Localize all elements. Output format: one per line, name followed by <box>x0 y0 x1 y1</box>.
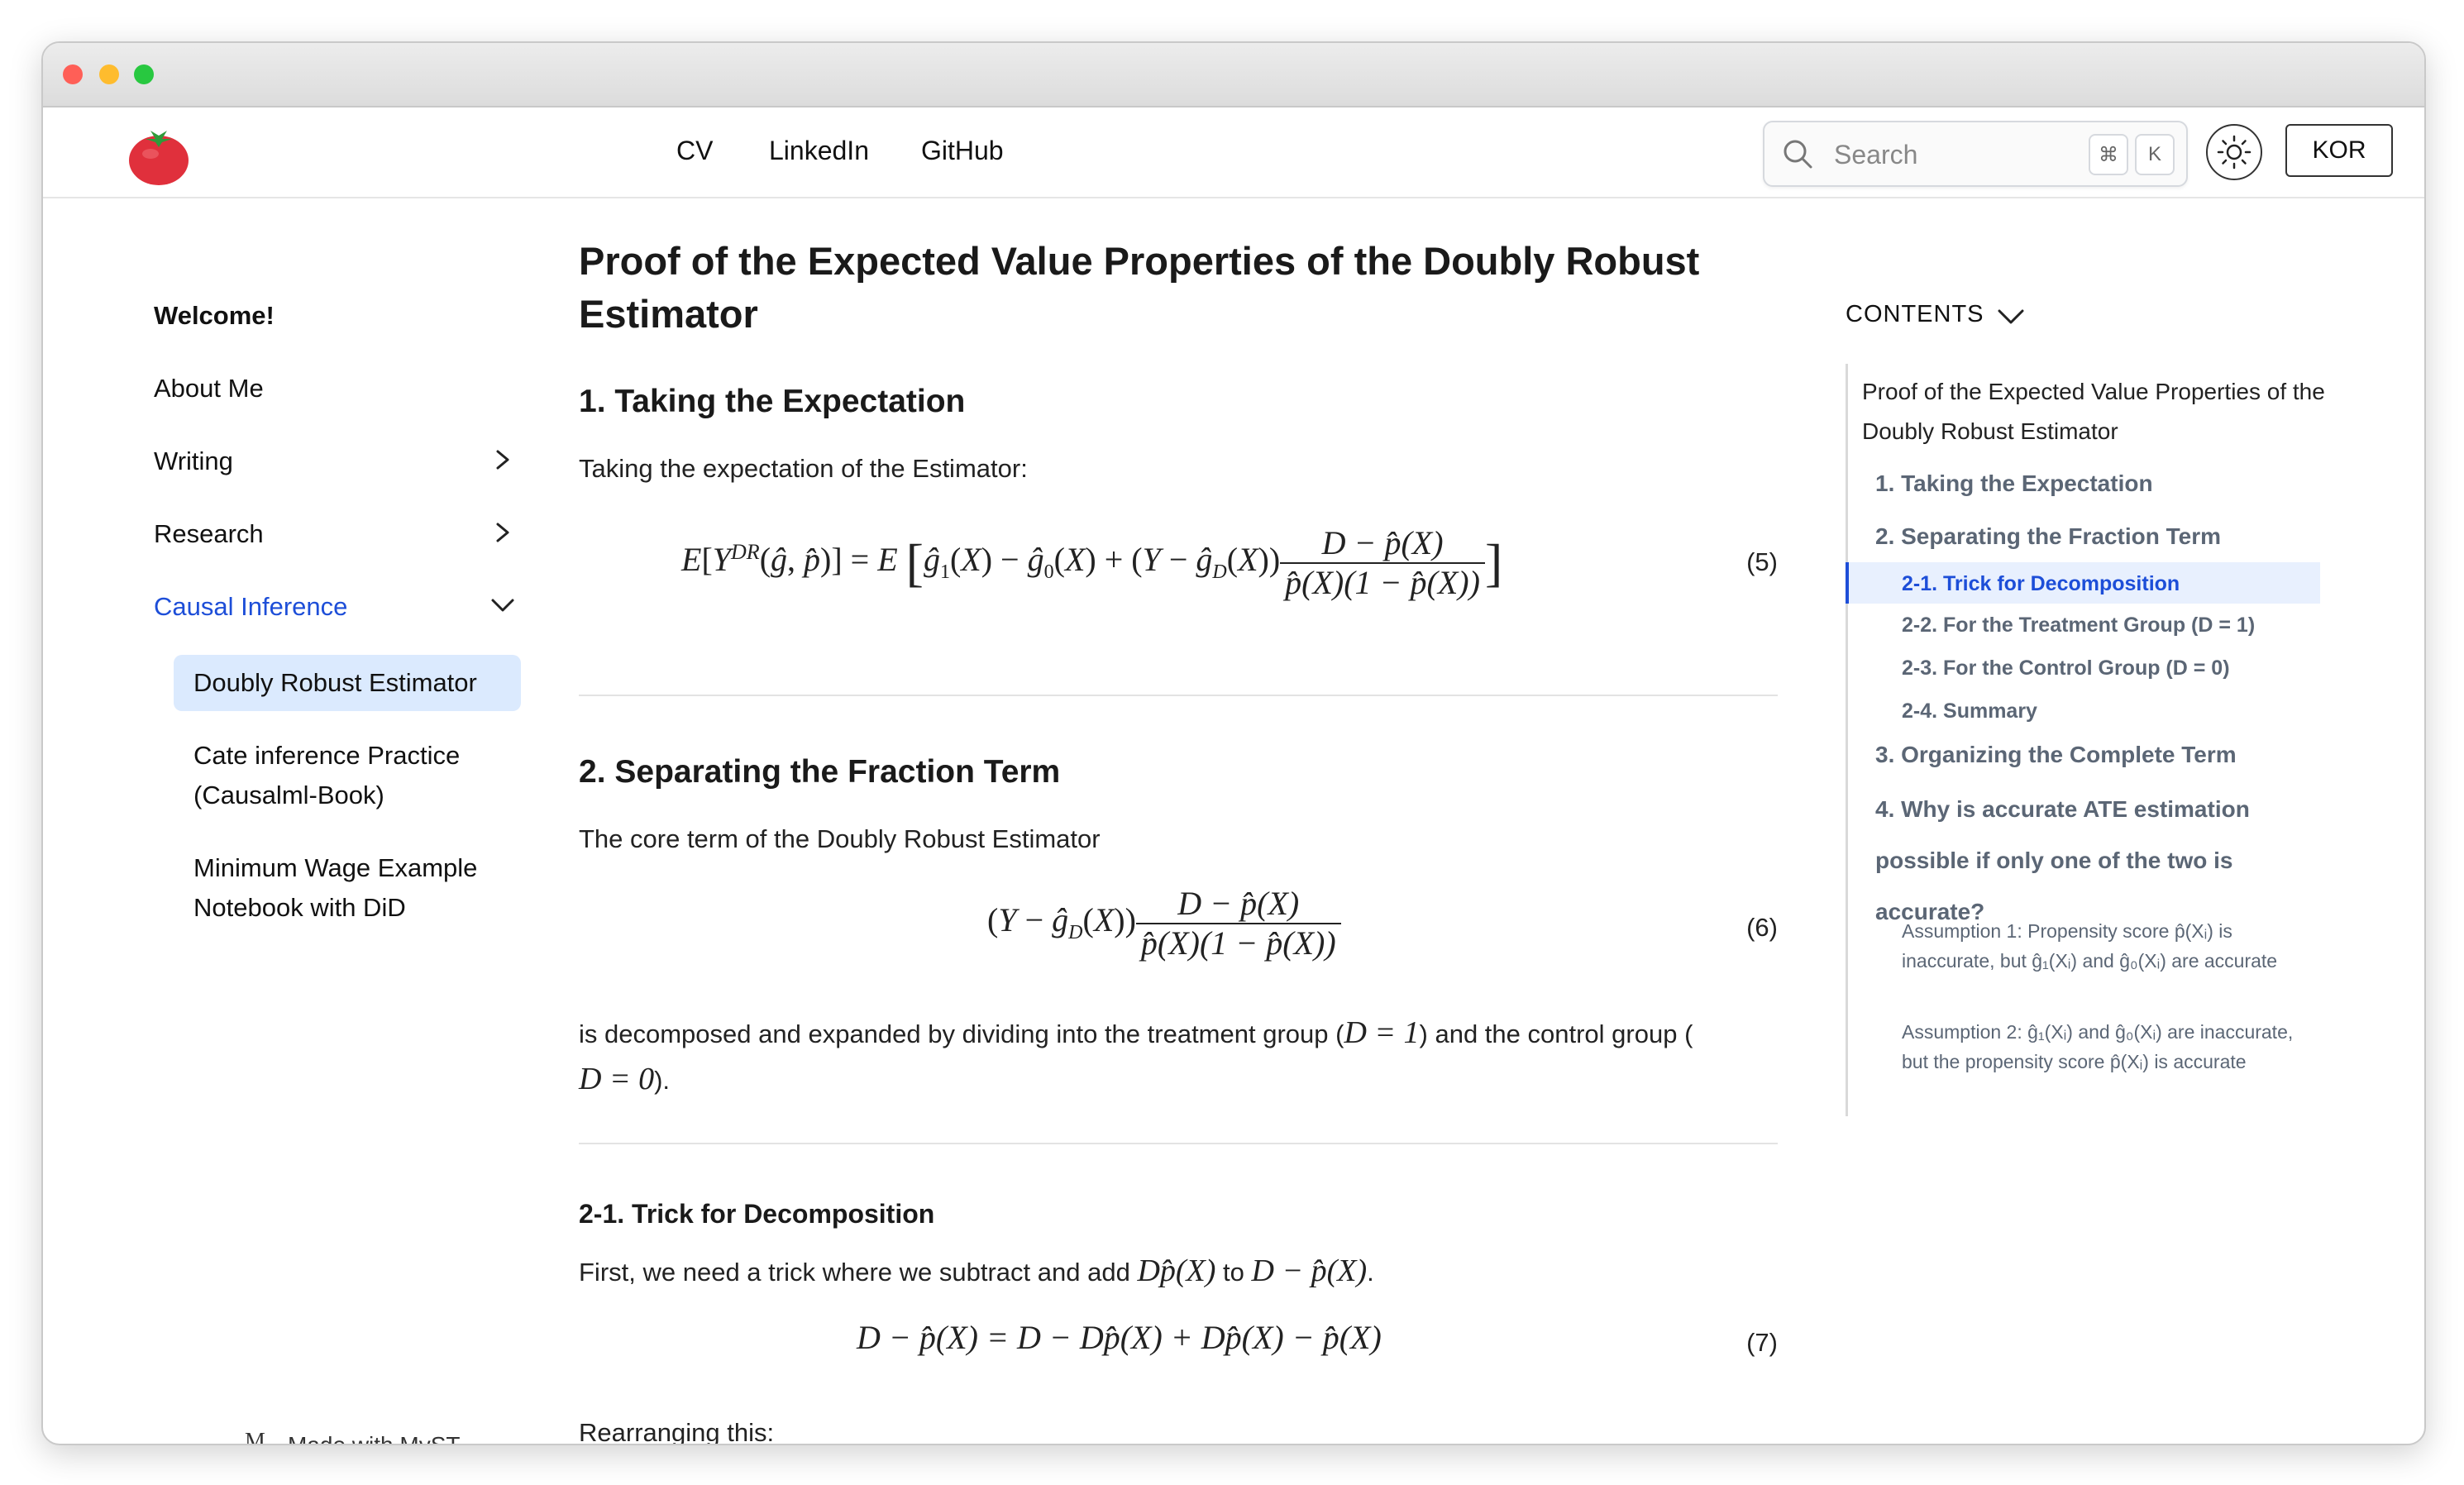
language-toggle-button[interactable]: KOR <box>2285 124 2393 177</box>
maximize-window-button[interactable] <box>134 64 154 84</box>
sun-icon <box>2217 135 2252 170</box>
toc-item-assumption-1[interactable]: Assumption 1: Propensity score p̂(Xᵢ) is… <box>1902 916 2315 976</box>
section-2-text: The core term of the Doubly Robust Estim… <box>579 824 1101 853</box>
close-window-button[interactable] <box>63 64 83 84</box>
sidebar-item-research[interactable]: Research <box>154 519 264 549</box>
equation-number: (7) <box>1746 1328 1778 1357</box>
toc-item-section-2-4[interactable]: 2-4. Summary <box>1902 693 2332 729</box>
search-box[interactable]: ⌘ K <box>1763 121 2188 187</box>
equation-5: E[YDR(ĝ, p̂)] = E [ĝ1(X) − ĝ0(X) + (Y − … <box>681 524 1778 601</box>
nav-link-cv[interactable]: CV <box>676 136 713 166</box>
browser-window: CV LinkedIn GitHub ⌘ K KOR <box>41 41 2426 1445</box>
section-1-text: Taking the expectation of the Estimator: <box>579 454 1028 483</box>
rearranging-text: Rearranging this: <box>579 1418 775 1445</box>
section-heading-1: 1. Taking the Expectation <box>579 384 966 419</box>
text-fragment: to <box>1215 1258 1252 1287</box>
text-fragment: ). <box>654 1066 671 1095</box>
search-icon <box>1784 140 1812 169</box>
sidebar-subitem-doubly-robust[interactable]: Doubly Robust Estimator <box>174 655 521 711</box>
equation-number: (5) <box>1746 547 1778 576</box>
sidebar-item-writing[interactable]: Writing <box>154 446 233 476</box>
text-fragment: ) and the control group ( <box>1419 1019 1693 1048</box>
sidebar-subitem-cate-inference[interactable]: Cate inference Practice (Causalml-Book) <box>174 728 521 824</box>
sidebar-subitem-minimum-wage[interactable]: Minimum Wage Example Notebook with DiD <box>174 840 521 936</box>
myst-logo-icon: M <box>245 1429 265 1445</box>
equation-6: (Y − ĝD(X)) D − p̂(X) p̂(X)(1 − p̂(X)) (6) <box>987 885 1778 962</box>
page-title: Proof of the Expected Value Properties o… <box>579 239 1700 336</box>
title-bar <box>43 43 2424 107</box>
toc-item-section-1[interactable]: 1. Taking the Expectation <box>1875 458 2338 509</box>
subsection-heading-2-1: 2-1. Trick for Decomposition <box>579 1199 935 1229</box>
text-fragment: is decomposed and expanded by dividing i… <box>579 1019 1344 1048</box>
toc-item-section-2[interactable]: 2. Separating the Fraction Term <box>1875 511 2338 562</box>
sidebar-item-about-me[interactable]: About Me <box>154 374 264 403</box>
svg-text:M: M <box>245 1429 265 1445</box>
top-navigation: CV LinkedIn GitHub ⌘ K KOR <box>43 107 2424 198</box>
table-of-contents: CONTENTS Proof of the Expected Value Pro… <box>1846 198 2391 1273</box>
chevron-down-icon[interactable] <box>489 592 516 618</box>
equation-7: D − p̂(X) = D − Dp̂(X) + Dp̂(X) − p̂(X) … <box>857 1319 1778 1357</box>
toc-rail <box>1846 364 1848 1116</box>
article-content: Proof of the Expected Value Properties o… <box>579 198 1778 1444</box>
toc-item-section-2-2[interactable]: 2-2. For the Treatment Group (D = 1) <box>1902 607 2332 643</box>
minimize-window-button[interactable] <box>99 64 119 84</box>
shortcut-cmd-key: ⌘ <box>2089 134 2128 175</box>
shortcut-k-key: K <box>2135 134 2175 175</box>
text-fragment: First, we need a trick where we subtract… <box>579 1258 1138 1287</box>
toc-item-assumption-2[interactable]: Assumption 2: ĝ₁(Xᵢ) and ĝ₀(Xᵢ) are inac… <box>1902 1017 2315 1077</box>
sidebar-item-causal-inference[interactable]: Causal Inference <box>154 592 347 622</box>
chevron-right-icon[interactable] <box>489 519 516 546</box>
toc-item-section-2-1[interactable]: 2-1. Trick for Decomposition <box>1902 566 2332 602</box>
toc-item-title[interactable]: Proof of the Expected Value Properties o… <box>1862 372 2342 451</box>
tomato-logo-icon[interactable] <box>126 124 192 187</box>
nav-link-linkedin[interactable]: LinkedIn <box>769 136 869 166</box>
toc-item-section-3[interactable]: 3. Organizing the Complete Term <box>1875 729 2338 781</box>
toc-heading: CONTENTS <box>1846 301 1984 327</box>
subsection-2-1-text: First, we need a trick where we subtract… <box>579 1253 1374 1288</box>
chevron-down-icon[interactable] <box>1996 301 2026 331</box>
section-2-text-continued: is decomposed and expanded by dividing i… <box>579 1015 1693 1096</box>
toc-item-section-2-3[interactable]: 2-3. For the Control Group (D = 0) <box>1902 650 2332 686</box>
search-input[interactable] <box>1832 137 2084 172</box>
equation-number: (6) <box>1746 913 1778 942</box>
section-heading-2: 2. Separating the Fraction Term <box>579 754 1061 790</box>
nav-link-github[interactable]: GitHub <box>921 136 1004 166</box>
left-sidebar: Welcome! About Me Writing Research Causa… <box>43 198 572 1444</box>
toc-item-section-4[interactable]: 4. Why is accurate ATE estimation possib… <box>1875 784 2338 938</box>
text-fragment: . <box>1367 1258 1374 1287</box>
section-divider <box>579 1143 1778 1144</box>
theme-toggle-button[interactable] <box>2206 124 2262 180</box>
made-with-myst-link[interactable]: Made with MyST <box>288 1432 461 1444</box>
chevron-right-icon[interactable] <box>489 446 516 473</box>
section-divider <box>579 695 1778 696</box>
sidebar-item-welcome[interactable]: Welcome! <box>154 301 275 331</box>
